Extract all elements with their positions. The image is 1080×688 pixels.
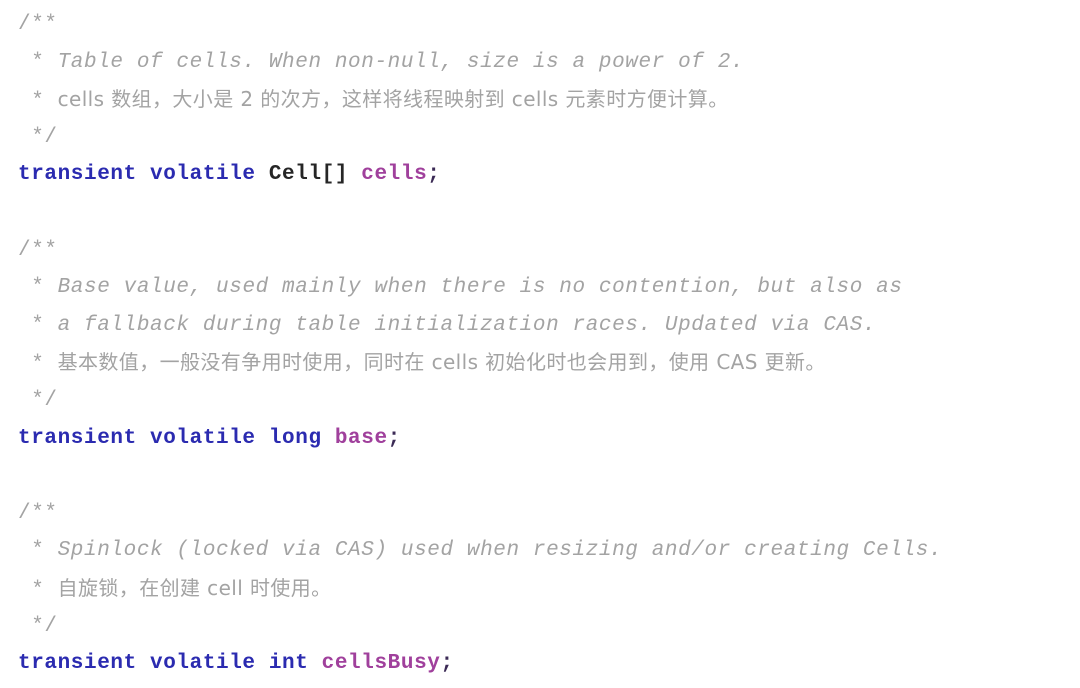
comment-text-line: * Table of cells. When non-null, size is… bbox=[0, 44, 1080, 82]
comment-text: Spinlock (locked via CAS) used when resi… bbox=[57, 539, 943, 563]
comment-close-line: */ bbox=[0, 382, 1080, 420]
comment-text-cjk: cells 数组，大小是 2 的次方，这样将线程映射到 cells 元素时方便计… bbox=[57, 87, 729, 112]
declaration-terminator: ; bbox=[387, 426, 401, 450]
comment-open-token: /** bbox=[18, 13, 58, 36]
declaration-terminator: ; bbox=[440, 652, 454, 676]
comment-text: a fallback during table initialization r… bbox=[57, 313, 877, 337]
comment-bullet: * bbox=[18, 578, 58, 602]
declaration-identifier: base bbox=[334, 426, 388, 450]
comment-text-line: * cells 数组，大小是 2 的次方，这样将线程映射到 cells 元素时方… bbox=[0, 81, 1080, 119]
modifier-keywords: transient volatile int bbox=[18, 652, 309, 676]
comment-bullet: * bbox=[18, 90, 58, 114]
declaration-space bbox=[348, 163, 361, 186]
comment-text: Table of cells. When non-null, size is a… bbox=[57, 50, 745, 74]
comment-bullet: * bbox=[18, 353, 58, 377]
comment-bullet: * bbox=[18, 50, 58, 74]
field-declaration-line: transient volatile long base; bbox=[0, 420, 1080, 458]
comment-text-line: * Spinlock (locked via CAS) used when re… bbox=[0, 532, 1080, 570]
modifier-keywords: transient volatile long bbox=[18, 426, 322, 450]
declaration-space bbox=[308, 652, 321, 675]
field-declaration-line: transient volatile int cellsBusy; bbox=[0, 645, 1080, 683]
comment-open-line: /** bbox=[0, 6, 1080, 44]
comment-open-line: /** bbox=[0, 495, 1080, 533]
comment-text-line: * 基本数值，一般没有争用时使用，同时在 cells 初始化时也会用到，使用 C… bbox=[0, 344, 1080, 382]
comment-text-line: * a fallback during table initialization… bbox=[0, 307, 1080, 345]
declaration-type: Cell[] bbox=[268, 163, 349, 187]
field-declaration-line: transient volatile Cell[] cells; bbox=[0, 156, 1080, 194]
comment-text-line: * 自旋锁，在创建 cell 时使用。 bbox=[0, 570, 1080, 608]
comment-text: Base value, used mainly when there is no… bbox=[57, 276, 903, 300]
comment-text-cjk: 自旋锁，在创建 cell 时使用。 bbox=[57, 575, 332, 600]
declaration-terminator: ; bbox=[427, 163, 441, 187]
comment-close-token: */ bbox=[18, 388, 58, 412]
comment-bullet: * bbox=[18, 276, 58, 300]
comment-close-token: */ bbox=[18, 614, 58, 638]
comment-bullet: * bbox=[18, 313, 58, 337]
declaration-space bbox=[256, 163, 269, 186]
comment-open-token: /** bbox=[18, 501, 58, 525]
comment-open-line: /** bbox=[0, 232, 1080, 270]
modifier-keywords: transient volatile bbox=[18, 163, 256, 187]
code-block-view: /** * Table of cells. When non-null, siz… bbox=[0, 0, 1080, 688]
comment-close-line: */ bbox=[0, 608, 1080, 646]
comment-bullet: * bbox=[18, 539, 58, 563]
comment-text-line: * Base value, used mainly when there is … bbox=[0, 269, 1080, 307]
comment-text-cjk: 基本数值，一般没有争用时使用，同时在 cells 初始化时也会用到，使用 CAS… bbox=[57, 350, 826, 375]
declaration-identifier: cells bbox=[361, 163, 428, 187]
comment-open-token: /** bbox=[18, 238, 58, 262]
comment-close-line: */ bbox=[0, 119, 1080, 157]
declaration-space bbox=[322, 427, 335, 450]
comment-close-token: */ bbox=[18, 125, 58, 149]
declaration-identifier: cellsBusy bbox=[321, 652, 441, 676]
